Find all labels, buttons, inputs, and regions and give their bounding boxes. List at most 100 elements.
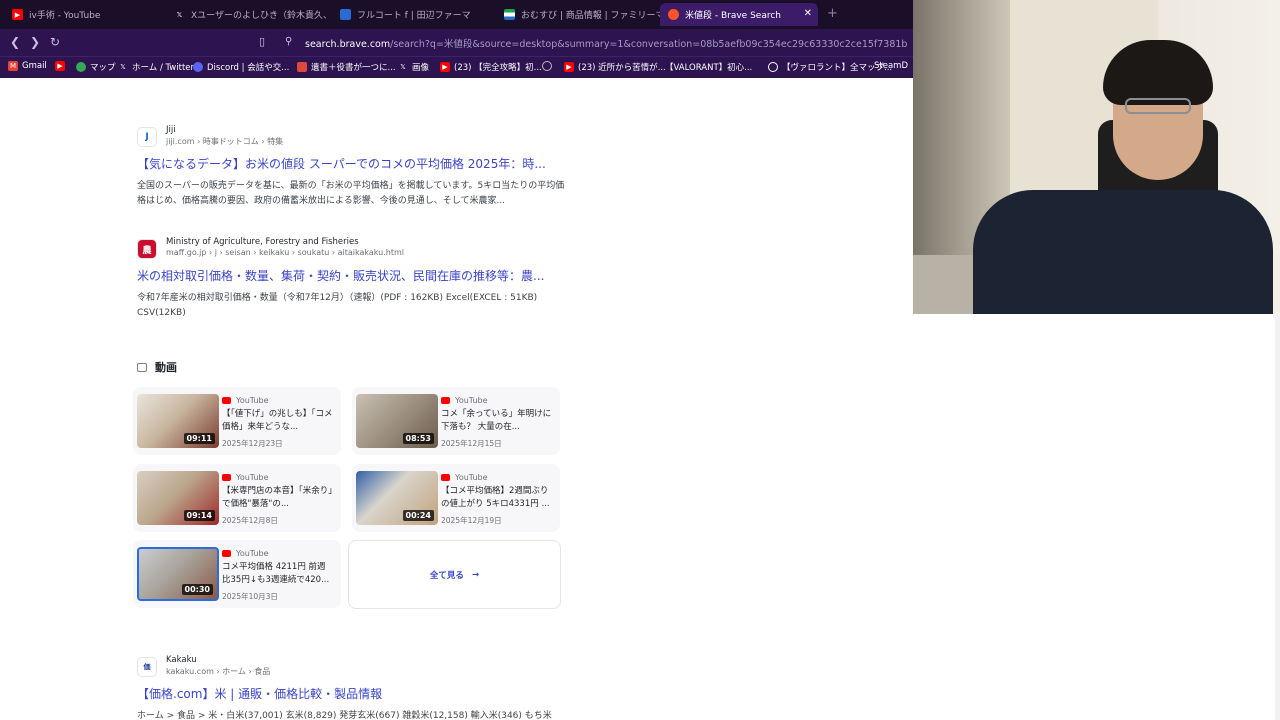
- close-icon[interactable]: ✕: [804, 8, 812, 19]
- x-icon: 𝕏: [400, 63, 406, 71]
- result-description: 令和7年産米の相対取引価格・数量（令和7年12月）（速報）(PDF : 162K…: [137, 293, 538, 318]
- bookmark-steam[interactable]: SteamD: [874, 61, 908, 71]
- kakaku-icon: 価: [137, 657, 157, 677]
- video-duration: 08:53: [402, 433, 434, 444]
- bookmark-video-complaint[interactable]: ▶ (23) 近所から苦情が...: [564, 61, 666, 73]
- bookmark-discord[interactable]: Discord | 会話や交...: [193, 61, 289, 73]
- person-glasses: [1125, 98, 1191, 114]
- video-title[interactable]: コメ平均価格 4211円 前週比35円↓も3週連続で420...: [222, 561, 334, 587]
- video-card[interactable]: 00:24 YouTube 【コメ平均価格】2週間ぶりの値上がり 5キロ4331…: [352, 464, 560, 532]
- youtube-icon: [222, 550, 231, 557]
- back-icon[interactable]: ❮: [10, 35, 20, 49]
- tab-label: iv手術 - YouTube: [29, 11, 101, 21]
- video-title[interactable]: 【「値下げ」の兆しも】「コメ価格」来年どうな...: [222, 408, 334, 434]
- new-tab-button[interactable]: +: [827, 6, 838, 21]
- bookmark-maps[interactable]: マップ: [76, 61, 116, 73]
- see-all-videos-button[interactable]: 全て見る →: [348, 540, 561, 609]
- video-source: YouTube: [222, 396, 269, 405]
- person-shirt: [973, 190, 1273, 314]
- bookmark-label: (23) 近所から苦情が...: [578, 63, 666, 73]
- video-card[interactable]: 08:53 YouTube コメ「余っている」年明けに下落も？ 大量の在... …: [352, 387, 560, 455]
- bookmark-gmail[interactable]: M Gmail: [8, 61, 47, 71]
- video-thumbnail[interactable]: 08:53: [356, 394, 438, 448]
- video-date: 2025年12月23日: [222, 439, 283, 448]
- tab-x-user[interactable]: 𝕏 Xユーザーのよしひき（鈴木貴久、ようちゃ: [166, 3, 330, 26]
- video-thumbnail[interactable]: 09:14: [137, 471, 219, 525]
- video-source-label: YouTube: [455, 396, 488, 405]
- video-source-label: YouTube: [236, 549, 269, 558]
- tab-brave-search[interactable]: 米値段 - Brave Search ✕: [660, 3, 818, 26]
- url-input[interactable]: search.brave.com/search?q=米値段&source=des…: [305, 36, 907, 50]
- bookmark-isho[interactable]: 遺書＋役書が一つに...: [297, 61, 396, 73]
- search-result: 農 Ministry of Agriculture, Forestry and …: [137, 237, 567, 321]
- result-title-link[interactable]: 【価格.com】米 | 通販・価格比較・製品情報: [137, 685, 567, 702]
- bookmark-video-guide[interactable]: ▶ (23) 【完全攻略】初...: [440, 61, 542, 73]
- tab-familymart[interactable]: おむすび | 商品情報 | ファミリーマート: [496, 3, 660, 26]
- youtube-icon: ▶: [12, 9, 23, 20]
- video-duration: 09:11: [183, 433, 215, 444]
- video-thumbnail[interactable]: 09:11: [137, 394, 219, 448]
- result-description: 全国のスーパーの販売データを基に、最新の「お米の平均価格」を掲載しています。5キ…: [137, 181, 565, 206]
- video-thumbnail[interactable]: 00:30: [137, 547, 219, 601]
- tab-youtube[interactable]: ▶ iv手術 - YouTube: [4, 3, 164, 26]
- youtube-icon: ▶: [55, 61, 65, 71]
- video-title[interactable]: コメ「余っている」年明けに下落も？ 大量の在...: [441, 408, 553, 434]
- source-path: maff.go.jp › j › seisan › keikaku › souk…: [166, 248, 405, 257]
- youtube-icon: ▶: [564, 62, 574, 72]
- site-info-icon[interactable]: ⚲: [285, 36, 292, 47]
- video-card[interactable]: 09:11 YouTube 【「値下げ」の兆しも】「コメ価格」来年どうな... …: [133, 387, 341, 455]
- video-title[interactable]: 【コメ平均価格】2週間ぶりの値上がり 5キロ4331円 ...: [441, 485, 553, 511]
- result-description: ホーム > 食品 > 米・白米(37,001) 玄米(8,829) 発芽玄米(6…: [137, 711, 552, 720]
- see-all-label: 全て見る: [429, 570, 464, 581]
- search-result: 価 Kakaku kakaku.com › ホーム › 食品 【価格.com】米…: [137, 655, 567, 720]
- video-source: YouTube: [441, 396, 488, 405]
- jiji-icon: J: [137, 127, 157, 147]
- video-icon: [137, 362, 147, 372]
- reload-icon[interactable]: ↻: [50, 35, 60, 49]
- source-path: jiji.com › 時事ドットコム › 特集: [166, 137, 284, 146]
- video-date: 2025年12月19日: [441, 516, 502, 525]
- familymart-icon: [504, 9, 515, 20]
- result-source[interactable]: 農 Ministry of Agriculture, Forestry and …: [137, 237, 567, 259]
- gmail-icon: M: [8, 61, 18, 71]
- bookmark-label: SteamD: [874, 61, 908, 71]
- video-source: YouTube: [222, 549, 269, 558]
- forward-icon[interactable]: ❯: [30, 35, 40, 49]
- globe-icon: [542, 61, 552, 71]
- bookmark-icon[interactable]: ▯: [259, 35, 265, 48]
- result-source[interactable]: J Jiji jiji.com › 時事ドットコム › 特集: [137, 125, 567, 147]
- bookmark-icon: [297, 62, 307, 72]
- source-name: Ministry of Agriculture, Forestry and Fi…: [166, 237, 359, 247]
- result-source[interactable]: 価 Kakaku kakaku.com › ホーム › 食品: [137, 655, 567, 677]
- youtube-icon: [222, 474, 231, 481]
- bookmark-label: Discord | 会話や交...: [207, 63, 290, 73]
- video-duration: 09:14: [183, 510, 215, 521]
- video-card[interactable]: 00:30 YouTube コメ平均価格 4211円 前週比35円↓も3週連続で…: [133, 540, 341, 608]
- source-path: kakaku.com › ホーム › 食品: [166, 667, 271, 676]
- discord-icon: [193, 62, 203, 72]
- bookmark-label: 遺書＋役書が一つに...: [311, 63, 396, 73]
- video-date: 2025年12月8日: [222, 516, 278, 525]
- youtube-icon: [441, 474, 450, 481]
- source-name: Kakaku: [166, 655, 197, 665]
- video-title[interactable]: 【米専門店の本音】「米余り」で価格"暴落"の...: [222, 485, 334, 511]
- tab-label: 米値段 - Brave Search: [685, 11, 782, 21]
- result-title-link[interactable]: 【気になるデータ】お米の値段 スーパーでのコメの平均価格 2025年：時...: [137, 155, 567, 172]
- video-thumbnail[interactable]: 00:24: [356, 471, 438, 525]
- video-card[interactable]: 09:14 YouTube 【米専門店の本音】「米余り」で価格"暴落"の... …: [133, 464, 341, 532]
- videos-heading-label: 動画: [155, 361, 177, 374]
- tab-fullcoat[interactable]: フルコート f | 田辺ファーマ: [332, 3, 496, 26]
- url-path: /search?q=米値段&source=desktop&summary=1&c…: [390, 39, 908, 50]
- bookmark-youtube[interactable]: ▶: [55, 61, 69, 71]
- bookmarks-bar: M Gmail ▶ マップ 𝕏 ホーム / Twitter Discord | 会話…: [0, 56, 913, 78]
- bookmark-twitter[interactable]: 𝕏 ホーム / Twitter: [118, 61, 194, 73]
- result-title-link[interactable]: 米の相対取引価格・数量、集荷・契約・販売状況、民間在庫の推移等：農...: [137, 267, 567, 284]
- bookmark-images[interactable]: 𝕏 画像: [398, 61, 429, 73]
- page-scrollbar[interactable]: [1275, 314, 1280, 720]
- bookmark-label: Gmail: [22, 61, 47, 71]
- screen: ▶ iv手術 - YouTube 𝕏 Xユーザーのよしひき（鈴木貴久、ようちゃ …: [0, 0, 1280, 720]
- arrow-right-icon: →: [471, 569, 480, 580]
- bookmark-valorant[interactable]: 【VALORANT】初心...: [665, 61, 752, 73]
- bookmark-globe[interactable]: [542, 61, 556, 71]
- bookmark-label: ホーム / Twitter: [132, 63, 195, 73]
